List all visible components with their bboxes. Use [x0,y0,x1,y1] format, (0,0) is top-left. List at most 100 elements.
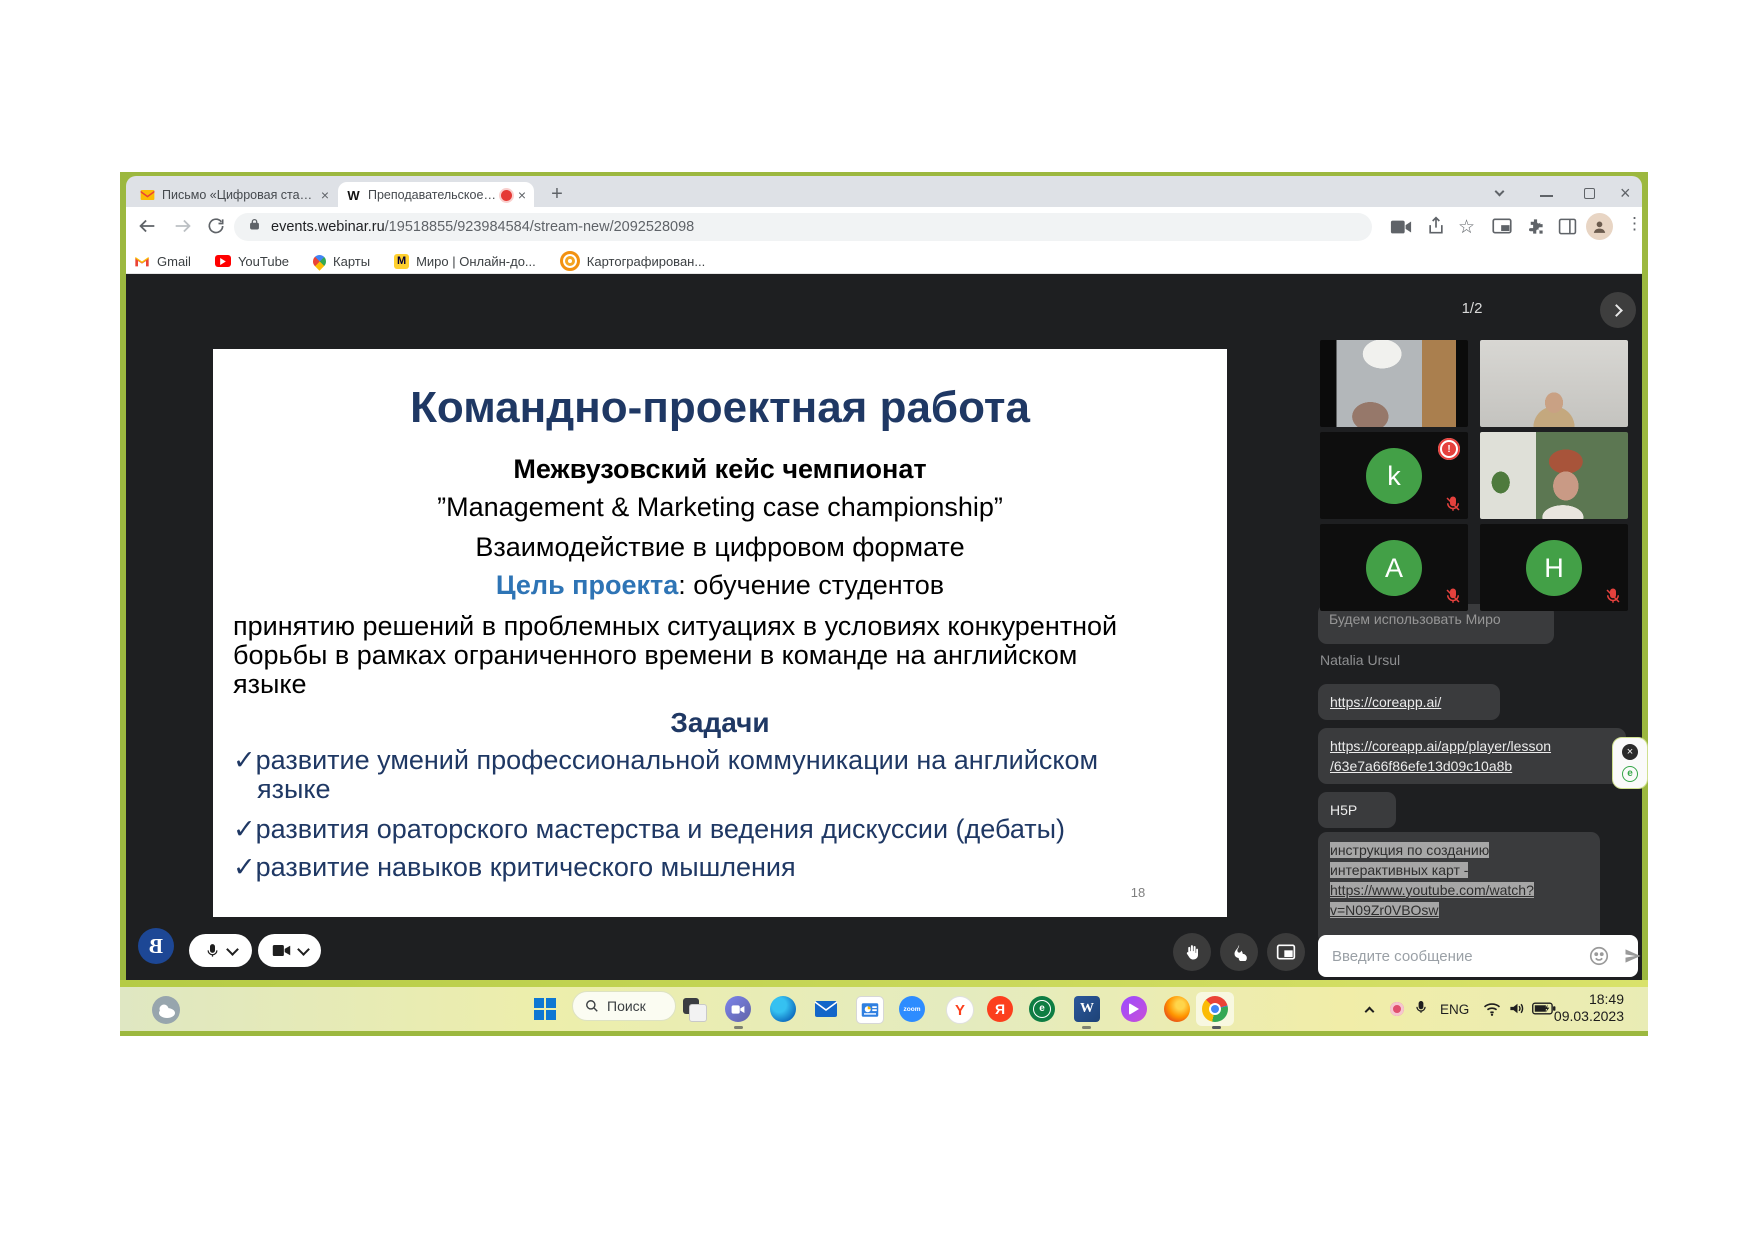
task-view-icon[interactable] [681,996,707,1022]
participant-video-redhead-woman[interactable] [1480,432,1628,519]
tab-webinar[interactable]: W Преподавательское мастер × [338,182,534,208]
weather-icon[interactable] [152,996,180,1024]
extensions-puzzle-icon[interactable] [1526,217,1545,241]
presentation-slide: Командно-проектная работа Межвузовский к… [213,349,1227,917]
maps-pin-icon [310,252,328,270]
chrome-icon[interactable] [1202,996,1228,1022]
bookmark-kartograph[interactable]: Картографирован... [560,251,705,271]
yandex-browser-icon[interactable]: Y [946,996,974,1024]
media-app-icon[interactable] [856,996,884,1024]
mic-icon [205,942,220,960]
participant-avatar-a[interactable]: A [1320,524,1468,611]
address-bar[interactable]: events.webinar.ru/19518855/923984584/str… [234,213,1372,241]
picture-in-picture-icon[interactable] [1492,217,1512,240]
bookmark-miro[interactable]: M Миро | Онлайн-до... [394,254,536,269]
flame-icon [1230,943,1248,961]
participant-avatar-h[interactable]: H [1480,524,1628,611]
yandex-icon[interactable]: Я [987,996,1013,1022]
alisa-icon[interactable] [1121,996,1147,1022]
language-indicator[interactable]: ENG [1440,1002,1469,1017]
bookmark-gmail[interactable]: Gmail [134,254,191,269]
participant-video-man[interactable] [1320,340,1468,427]
bookmark-youtube[interactable]: YouTube [215,254,289,269]
forward-icon[interactable] [172,215,194,242]
camera-button[interactable] [258,934,321,967]
eset-app-icon[interactable]: e [1029,996,1055,1022]
taskbar-search[interactable]: Поиск [572,991,676,1021]
taskbar-clock[interactable]: 18:49 09.03.2023 [1552,991,1624,1025]
bookmark-label: Gmail [157,254,191,269]
chevron-down-icon[interactable] [297,943,310,956]
new-tab-button[interactable]: + [547,183,567,205]
chat-link[interactable]: https://coreapp.ai/ [1330,694,1441,710]
minimize-icon[interactable] [1540,195,1553,197]
slide-page-number: 18 [1118,885,1158,900]
goal-label: Цель проекта [496,570,678,600]
participant-video-blonde-woman[interactable] [1480,340,1628,427]
mail-icon[interactable] [813,996,839,1022]
wifi-icon[interactable] [1482,1000,1502,1022]
chat-link[interactable]: v=N09Zr0VBOsw [1330,902,1439,918]
bookmark-maps[interactable]: Карты [313,254,370,269]
bookmark-star-icon[interactable]: ☆ [1458,216,1475,239]
eset-close-icon[interactable]: × [1622,744,1638,760]
search-icon [585,999,599,1013]
url-path: /19518855/923984584/stream-new/209252809… [385,219,695,235]
chat-message-instruction[interactable]: инструкция по созданию интерактивных кар… [1318,832,1600,944]
chat-app-icon[interactable] [725,996,751,1022]
gmail-icon [134,255,150,267]
kebab-menu-icon[interactable]: ⋮ [1626,214,1643,234]
send-icon[interactable] [1622,946,1644,971]
maximize-icon[interactable] [1584,188,1595,199]
participant-avatar-k[interactable]: k ! [1320,432,1468,519]
next-slide-button[interactable] [1600,292,1636,328]
webinar-favicon: W [346,188,361,203]
paragraph-line: принятию решений в проблемных ситуациях … [233,612,1213,641]
check-icon: ✓ [233,745,256,775]
tray-app-icon[interactable] [1390,1002,1404,1016]
open-app-indicator [1082,1026,1091,1029]
close-window-icon[interactable]: × [1620,183,1631,204]
open-app-indicator [1212,1026,1221,1029]
slide-line2: ”Management & Marketing case championshi… [213,492,1227,523]
eset-overlay-widget[interactable]: × e [1612,737,1648,789]
zoom-icon[interactable]: zoom [899,996,925,1022]
edge-icon[interactable] [770,996,796,1022]
paragraph-line: языке [233,670,1213,699]
bookmarks-list: Gmail YouTube Карты M Миро | Онлайн-до..… [134,250,729,272]
sidebar-icon[interactable] [1558,217,1577,241]
chat-link[interactable]: https://coreapp.ai/app/player/lesson /63… [1330,738,1551,774]
slide-goal-line: Цель проекта: обучение студентов [213,570,1227,601]
kartograph-icon [560,251,580,271]
mic-button[interactable] [189,934,252,967]
close-icon[interactable]: × [321,188,329,202]
chevron-down-icon[interactable] [226,943,239,956]
tray-mic-icon[interactable] [1414,999,1428,1021]
tab-gmail-letter[interactable]: Письмо «Цифровая стажировка × [132,182,337,208]
camera-icon [272,943,291,958]
firefox-icon[interactable] [1164,996,1190,1022]
screen-share-button[interactable] [1267,933,1305,971]
chat-message-link[interactable]: https://coreapp.ai/app/player/lesson /63… [1318,728,1626,784]
raise-hand-button[interactable] [1173,933,1211,971]
bookmark-label: Миро | Онлайн-до... [416,254,536,269]
chat-link[interactable]: https://www.youtube.com/watch? [1330,882,1534,898]
share-icon[interactable] [1426,216,1446,241]
profile-avatar[interactable] [1586,213,1613,240]
reload-icon[interactable] [206,216,226,241]
url-domain: events.webinar.ru [271,219,385,235]
recording-indicator-icon [501,190,512,201]
back-icon[interactable] [136,215,158,242]
bookmark-label: Картографирован... [587,254,705,269]
volume-icon[interactable] [1508,1000,1527,1022]
bookmark-label: YouTube [238,254,289,269]
start-button[interactable] [534,998,556,1020]
tab-camera-indicator-icon[interactable] [1390,218,1412,241]
miro-icon: M [394,254,409,269]
reactions-fire-button[interactable] [1220,933,1258,971]
chat-message-link[interactable]: https://coreapp.ai/ [1318,684,1500,720]
word-icon[interactable]: W [1074,996,1100,1022]
emoji-icon[interactable] [1588,945,1610,972]
chat-message-h5p: H5P [1318,792,1396,828]
close-icon[interactable]: × [518,188,526,202]
